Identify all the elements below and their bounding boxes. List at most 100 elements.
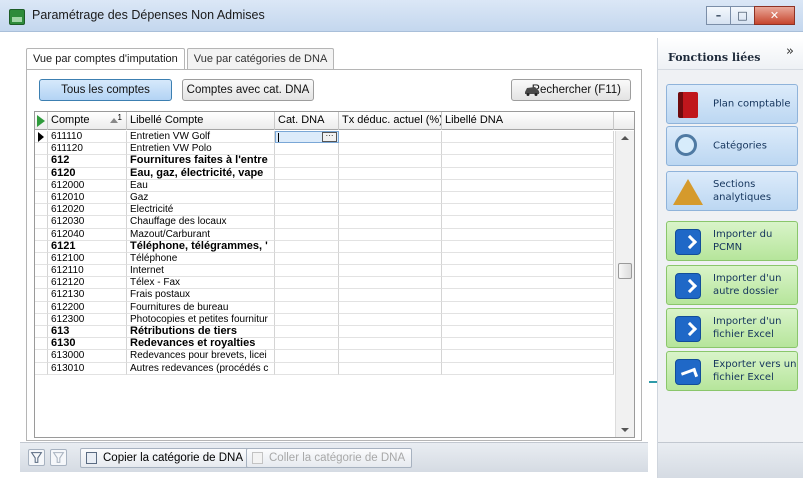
cell-libelle-dna[interactable] [442,313,614,326]
cell-tx-deduc[interactable] [339,277,442,290]
cell-libelle[interactable]: Chauffage des locaux [127,216,275,229]
copy-dna-category-button[interactable]: Copier la catégorie de DNA [80,448,250,468]
cell-compte[interactable]: 611110 [48,131,127,144]
cell-libelle-dna[interactable] [442,167,614,180]
cell-compte[interactable]: 612030 [48,216,127,229]
table-row[interactable]: 612100 Téléphone [35,252,615,266]
cell-tx-deduc[interactable] [339,155,442,168]
cell-cat-dna[interactable] [275,277,339,290]
table-row[interactable]: 612040 Mazout/Carburant [35,228,615,241]
cell-tx-deduc[interactable] [339,289,442,302]
cell-libelle-dna[interactable] [442,155,614,168]
cell-cat-dna[interactable] [275,252,339,266]
maximize-button[interactable]: □ [730,6,755,25]
cell-cat-dna[interactable] [275,265,339,278]
filter-icon[interactable] [28,449,45,466]
cell-cat-dna[interactable] [275,326,339,339]
cell-libelle[interactable]: Autres redevances (procédés c [127,362,275,375]
cell-compte[interactable]: 613010 [48,362,127,375]
import-pcmn-button[interactable]: Importer du PCMN [666,221,798,261]
cell-libelle[interactable]: Redevances et royalties [127,338,275,351]
table-row[interactable]: 612010 Gaz [35,191,615,205]
sections-analytiques-button[interactable]: Sections analytiques [666,171,798,211]
table-row[interactable]: 6130 Redevances et royalties [35,338,615,351]
cell-tx-deduc[interactable] [339,204,442,217]
cell-libelle-dna[interactable] [442,338,614,351]
table-row[interactable]: 612030 Chauffage des locaux [35,216,615,229]
cell-libelle[interactable]: Rétributions de tiers [127,326,275,339]
cell-cat-dna[interactable] [275,240,339,253]
import-other-folder-button[interactable]: Importer d'un autre dossier [666,265,798,305]
cell-cat-dna[interactable] [275,179,339,192]
cell-cat-dna[interactable] [275,167,339,180]
cell-tx-deduc[interactable] [339,240,442,253]
cell-libelle[interactable]: Télex - Fax [127,277,275,290]
cell-compte[interactable]: 612100 [48,252,127,266]
column-header-libelle-dna[interactable]: Libellé DNA [442,112,614,130]
cell-compte[interactable]: 612120 [48,277,127,290]
vertical-scrollbar[interactable] [615,131,634,437]
cell-compte[interactable]: 612040 [48,228,127,241]
cell-libelle[interactable]: Photocopies et petites fournitur [127,313,275,326]
table-row[interactable]: 612000 Eau [35,179,615,192]
cell-tx-deduc[interactable] [339,179,442,192]
cell-libelle[interactable]: Redevances pour brevets, licei [127,350,275,363]
scroll-down-icon[interactable] [621,428,629,432]
export-excel-button[interactable]: Exporter vers un fichier Excel [666,351,798,391]
table-row[interactable]: 613 Rétributions de tiers [35,326,615,339]
cell-tx-deduc[interactable] [339,338,442,351]
tab-accounts-view[interactable]: Vue par comptes d'imputation [26,48,185,71]
cell-compte[interactable]: 613000 [48,350,127,363]
filter-clear-icon[interactable] [50,449,67,466]
cell-compte[interactable]: 6120 [48,167,127,180]
cell-compte[interactable]: 612 [48,155,127,168]
cell-compte[interactable]: 6121 [48,240,127,253]
table-row[interactable]: 613000 Redevances pour brevets, licei [35,350,615,363]
cell-libelle-dna[interactable] [442,265,614,278]
cell-libelle[interactable]: Entretien VW Golf [127,131,275,144]
accounts-grid[interactable]: Compte 1 Libellé Compte Cat. DNA Tx dédu… [34,111,635,438]
cell-tx-deduc[interactable] [339,228,442,241]
cell-libelle-dna[interactable] [442,143,614,156]
table-row[interactable]: 612130 Frais postaux [35,289,615,302]
categories-button[interactable]: Catégories [666,126,798,166]
plan-comptable-button[interactable]: Plan comptable [666,84,798,124]
cell-tx-deduc[interactable] [339,301,442,314]
table-row[interactable]: 6120 Eau, gaz, électricité, vape [35,167,615,180]
table-row[interactable]: 611110 Entretien VW Golf ··· [35,131,615,144]
cell-compte[interactable]: 612300 [48,313,127,326]
collapse-chevron-icon[interactable]: » [786,44,794,59]
column-header-compte[interactable]: Compte 1 [48,112,127,130]
table-row[interactable]: 612020 Electricité [35,204,615,217]
cell-tx-deduc[interactable] [339,191,442,205]
table-row[interactable]: 612110 Internet [35,265,615,278]
table-row[interactable]: 612 Fournitures faites à l'entre [35,155,615,168]
close-button[interactable]: ✕ [754,6,795,25]
cell-libelle-dna[interactable] [442,240,614,253]
cell-tx-deduc[interactable] [339,216,442,229]
scroll-thumb[interactable] [618,263,632,279]
table-row[interactable]: 612300 Photocopies et petites fournitur [35,313,615,326]
cell-libelle[interactable]: Gaz [127,191,275,205]
table-row[interactable]: 612200 Fournitures de bureau [35,301,615,314]
cell-tx-deduc[interactable] [339,362,442,375]
cell-libelle-dna[interactable] [442,191,614,205]
cell-cat-dna[interactable] [275,191,339,205]
table-row[interactable]: 613010 Autres redevances (procédés c [35,362,615,375]
cell-tx-deduc[interactable] [339,265,442,278]
tab-dna-categories-view[interactable]: Vue par catégories de DNA [186,48,335,70]
cell-cat-dna[interactable] [275,362,339,375]
cell-cat-dna[interactable] [275,301,339,314]
cell-libelle[interactable]: Entretien VW Polo [127,143,275,156]
cell-libelle[interactable]: Fournitures de bureau [127,301,275,314]
cell-tx-deduc[interactable] [339,131,442,144]
cell-cat-dna[interactable] [275,228,339,241]
cell-libelle[interactable]: Fournitures faites à l'entre [127,155,275,168]
cell-libelle[interactable]: Internet [127,265,275,278]
table-row[interactable]: 6121 Téléphone, télégrammes, ' [35,240,615,253]
cell-tx-deduc[interactable] [339,313,442,326]
cell-compte[interactable]: 612200 [48,301,127,314]
cell-libelle-dna[interactable] [442,179,614,192]
all-accounts-button[interactable]: Tous les comptes [39,79,172,101]
cell-cat-dna[interactable] [275,216,339,229]
